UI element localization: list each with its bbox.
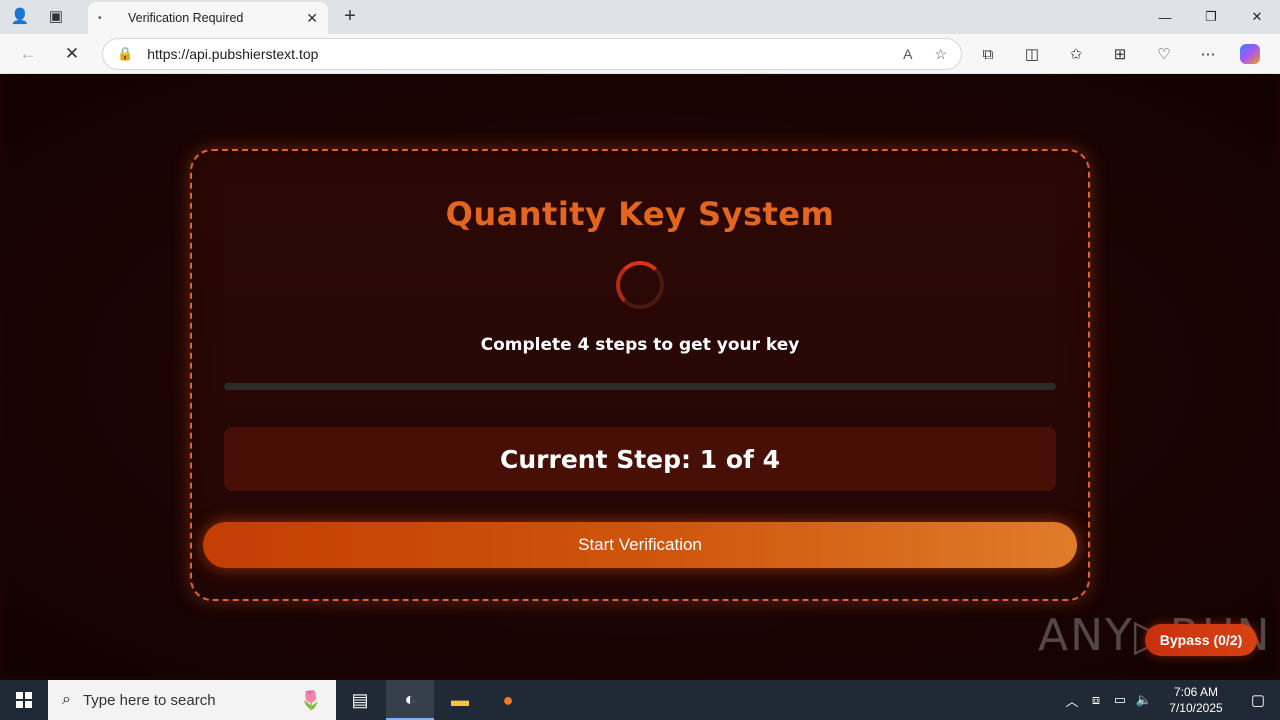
clock-date: 7/10/2025 [1169,701,1223,715]
bypass-button[interactable]: Bypass (0/2) [1145,624,1257,656]
tab-close-icon[interactable]: ✕ [306,10,318,27]
site-info-icon[interactable]: 🔒 [117,46,133,62]
task-view-icon[interactable]: ▤ [336,680,384,720]
edge-taskbar-icon[interactable]: ◐ [386,680,434,720]
network-icon[interactable]: ▭ [1108,692,1132,708]
browser-essentials-icon[interactable]: ♡ [1152,42,1176,66]
page-title: Quantity Key System [445,195,835,233]
file-explorer-icon[interactable]: ▬ [436,680,484,720]
progress-bar [224,383,1056,390]
search-highlight-flowers-icon: 🌷 [299,689,322,710]
volume-icon[interactable]: 🔈 [1132,692,1156,708]
tab-title: Verification Required [128,11,244,25]
start-button[interactable] [0,680,48,720]
notifications-icon[interactable]: ▢ [1236,691,1280,709]
minimize-icon[interactable]: — [1142,0,1188,34]
window-close-icon[interactable]: ✕ [1234,0,1280,34]
current-step-indicator: Current Step: 1 of 4 [224,427,1056,491]
read-aloud-icon[interactable]: A [903,46,912,62]
firefox-icon[interactable]: ● [484,680,532,720]
address-bar[interactable]: 🔒 https://api.pubshierstext.top A ☆ [102,38,962,70]
clock-time: 7:06 AM [1173,685,1219,699]
back-icon[interactable]: ← [16,42,40,66]
browser-tab-bar: 👤 ▣ • Verification Required ✕ + — ❐ ✕ [0,0,1280,34]
collections-icon[interactable]: ⊞ [1108,42,1132,66]
windows-logo-icon [16,692,32,708]
favorite-star-icon[interactable]: ☆ [934,46,947,63]
taskbar-clock[interactable]: 7:06 AM 7/10/2025 [1156,684,1236,716]
network-device-icon[interactable]: ⧈ [1084,692,1108,708]
system-tray: ︿ ⧈ ▭ 🔈 7:06 AM 7/10/2025 ▢ [1060,680,1280,720]
more-menu-icon[interactable]: ⋯ [1196,42,1220,66]
tab-verification-required[interactable]: • Verification Required ✕ [88,2,328,34]
url-text[interactable]: https://api.pubshierstext.top [147,46,881,62]
stop-loading-icon[interactable]: ✕ [60,42,84,66]
extensions-icon[interactable]: ⧉ [976,42,1000,66]
copilot-icon[interactable] [1240,44,1260,64]
new-tab-button[interactable]: + [338,5,362,28]
verification-card: Quantity Key System Complete 4 steps to … [190,149,1090,601]
browser-address-row: ← ✕ 🔒 https://api.pubshierstext.top A ☆ … [0,34,1280,74]
split-screen-icon[interactable]: ◫ [1020,42,1044,66]
loading-spinner-icon [616,261,664,309]
restore-icon[interactable]: ❐ [1188,0,1234,34]
show-hidden-icons-icon[interactable]: ︿ [1060,691,1084,710]
profile-icon[interactable]: 👤 [8,4,32,28]
tab-favicon-icon: • [98,12,102,24]
windows-taskbar: ⌕ Type here to search 🌷 ▤ ◐ ▬ ● ︿ ⧈ ▭ 🔈 … [0,680,1280,720]
tab-actions-icon[interactable]: ▣ [44,4,68,28]
page-viewport: Quantity Key System Complete 4 steps to … [4,74,1276,676]
start-verification-button[interactable]: Start Verification [203,522,1077,568]
instructions-text: Complete 4 steps to get your key [480,335,800,355]
search-placeholder: Type here to search [82,691,216,709]
favorites-icon[interactable]: ✩ [1064,42,1088,66]
search-icon: ⌕ [62,691,71,708]
taskbar-search[interactable]: ⌕ Type here to search 🌷 [48,680,336,720]
